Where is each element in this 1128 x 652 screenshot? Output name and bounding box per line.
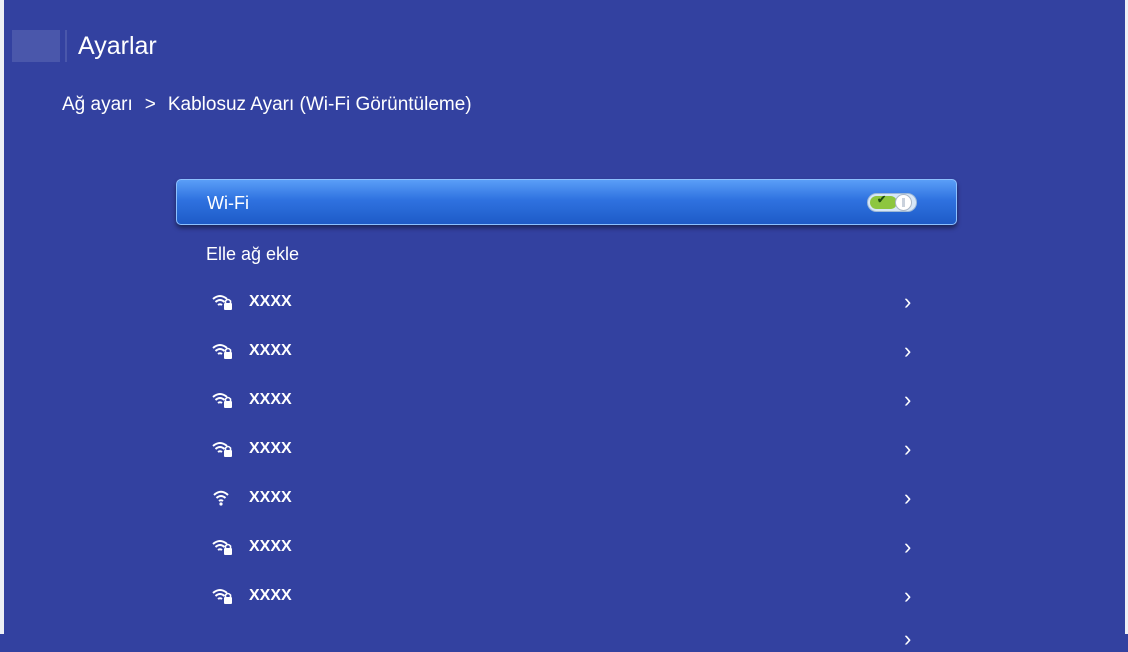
settings-logo bbox=[12, 30, 60, 62]
breadcrumb-current: Kablosuz Ayarı (Wi-Fi Görüntüleme) bbox=[167, 94, 472, 115]
network-row[interactable]: XXXX › bbox=[206, 336, 926, 366]
chevron-right-icon: › bbox=[904, 583, 912, 608]
wifi-lock-icon bbox=[212, 441, 234, 457]
network-row[interactable]: XXXX › bbox=[206, 385, 926, 415]
wifi-lock-icon bbox=[212, 392, 234, 408]
wifi-icon bbox=[212, 490, 234, 506]
wifi-lock-icon bbox=[212, 588, 234, 604]
network-name: XXXX bbox=[249, 440, 292, 457]
network-row[interactable]: XXXX › bbox=[206, 581, 926, 611]
breadcrumb-parent[interactable]: Ağ ayarı bbox=[62, 94, 133, 115]
title-divider bbox=[65, 30, 67, 62]
chevron-right-icon: › bbox=[904, 387, 912, 412]
network-row[interactable]: XXXX › bbox=[206, 434, 926, 464]
network-name: XXXX bbox=[249, 342, 292, 359]
network-row[interactable]: XXXX › bbox=[206, 287, 926, 317]
check-icon: ✔ bbox=[877, 194, 887, 206]
wifi-label: Wi-Fi bbox=[207, 193, 249, 213]
page-title: Ayarlar bbox=[78, 32, 157, 60]
network-row[interactable]: XXXX › bbox=[206, 483, 926, 513]
wifi-lock-icon bbox=[212, 294, 234, 310]
chevron-right-icon: › bbox=[904, 534, 912, 559]
network-name: XXXX bbox=[249, 391, 292, 408]
chevron-right-icon: › bbox=[904, 289, 912, 314]
chevron-right-icon: › bbox=[904, 626, 912, 651]
chevron-right-icon: › bbox=[904, 338, 912, 363]
breadcrumb: Ağ ayarı > Kablosuz Ayarı (Wi-Fi Görüntüle… bbox=[62, 92, 472, 118]
toggle-knob bbox=[895, 194, 912, 211]
screen-border-left bbox=[0, 0, 4, 634]
chevron-right-icon: › bbox=[904, 436, 912, 461]
network-name: XXXX bbox=[249, 587, 292, 604]
chevron-right-icon: › bbox=[904, 485, 912, 510]
add-network-manually[interactable]: Elle ağ ekle bbox=[206, 242, 299, 266]
network-name: XXXX bbox=[249, 293, 292, 310]
wifi-toggle-row[interactable]: Wi-Fi ✔ bbox=[176, 179, 957, 225]
breadcrumb-separator: > bbox=[144, 94, 156, 115]
network-row[interactable]: XXXX › bbox=[206, 532, 926, 562]
wifi-lock-icon bbox=[212, 343, 234, 359]
network-name: XXXX bbox=[249, 489, 292, 506]
network-name: XXXX bbox=[249, 538, 292, 555]
wifi-lock-icon bbox=[212, 539, 234, 555]
wifi-toggle-switch[interactable]: ✔ bbox=[867, 193, 917, 212]
